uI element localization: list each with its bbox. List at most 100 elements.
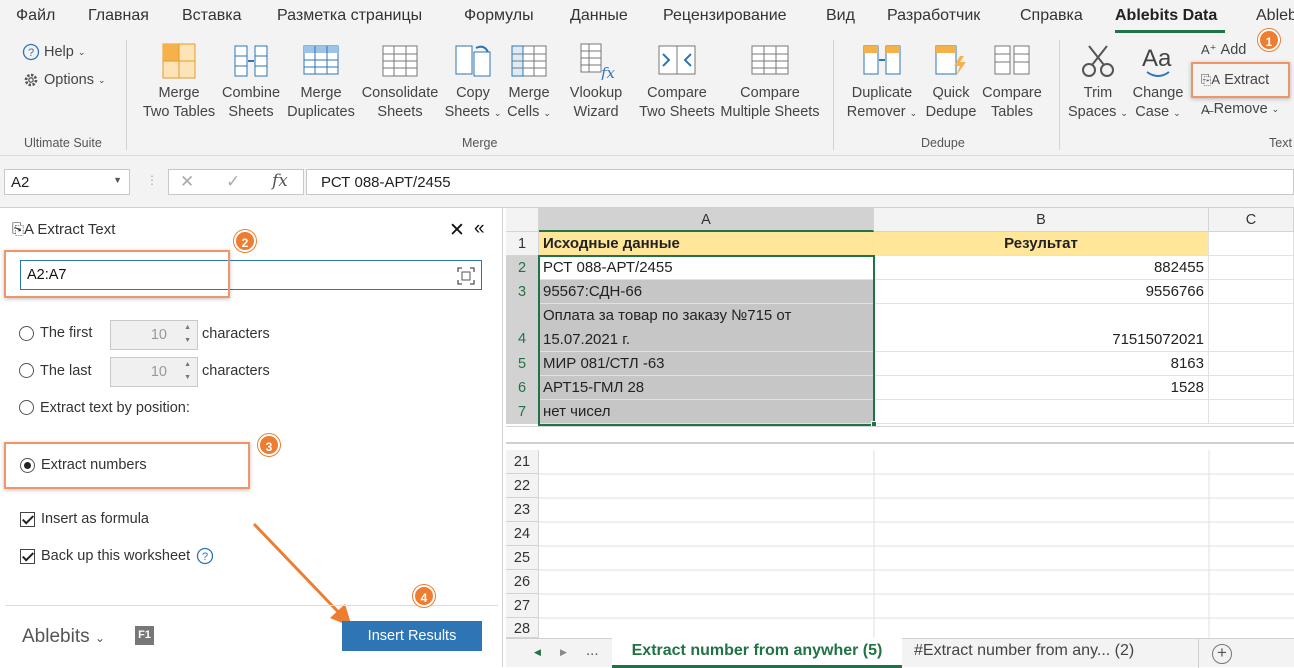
first-chars-stepper[interactable]: 10 ▲ ▼ [110,320,198,350]
add-text-button[interactable]: A⁺ Add [1201,42,1246,58]
vlookup-icon: fx [580,43,615,80]
row-header[interactable]: 27 [506,594,539,618]
name-box[interactable]: A2 ▼ [4,169,130,195]
copy-sheets-button[interactable]: Copy Sheets ⌄ [440,42,506,123]
radio-by-position[interactable] [19,400,34,415]
tab-review[interactable]: Рецензирование [663,7,787,25]
cell-a1[interactable]: Исходные данные [539,232,874,256]
tab-view[interactable]: Вид [826,7,855,25]
column-header-c[interactable]: C [1209,208,1294,232]
merge-cells-button[interactable]: Merge Cells ⌄ [504,42,554,123]
more-tabs-button[interactable]: ... [586,642,599,659]
row-header[interactable]: 24 [506,522,539,546]
options-button[interactable]: Options ⌄ [22,71,106,89]
collapse-pane-icon[interactable]: « [474,218,485,240]
sheet-tab-active[interactable]: Extract number from anywher (5) [612,638,902,668]
cell-c5[interactable] [1209,352,1294,376]
cell-b4[interactable]: 71515072021 [874,304,1209,352]
column-header-b[interactable]: B [874,208,1209,232]
confirm-icon[interactable]: ✓ [226,172,240,192]
cell-b2[interactable]: 882455 [874,256,1209,280]
column-header-a[interactable]: A [539,208,874,232]
row-header[interactable]: 6 [506,376,539,400]
sheet-tab[interactable]: #Extract number from any... (2) [914,642,1134,660]
tab-ablebits-tools[interactable]: Ableb [1256,7,1294,25]
duplicate-remover-button[interactable]: Duplicate Remover ⌄ [846,42,918,123]
cell-b1[interactable]: Результат [874,232,1209,256]
merge-two-tables-button[interactable]: Merge Two Tables [141,42,217,122]
cell-c2[interactable] [1209,256,1294,280]
chevron-down-icon: ⌄ [94,631,105,645]
insert-function-icon[interactable]: fx [272,171,288,191]
close-icon[interactable]: ✕ [449,219,465,242]
cell-c7[interactable] [1209,400,1294,424]
row-header[interactable]: 2 [506,256,539,280]
compare-tables-label-1: Compare [982,85,1042,101]
tab-developer[interactable]: Разработчик [887,7,980,25]
tab-data[interactable]: Данные [570,7,628,25]
row-header[interactable]: 3 [506,280,539,304]
change-case-button[interactable]: Aa Change Case ⌄ [1130,42,1186,123]
tab-page-layout[interactable]: Разметка страницы [277,7,422,25]
cell-c6[interactable] [1209,376,1294,400]
formula-input[interactable]: РСТ 088-АРТ/2455 [306,169,1294,195]
chevron-up-icon[interactable]: ▲ [184,361,191,368]
vlookup-wizard-button[interactable]: fx Vlookup Wizard [564,42,628,122]
chevron-up-icon[interactable]: ▲ [184,324,191,331]
scroll-tabs-left-icon[interactable]: ◀ [534,647,541,658]
combine-sheets-button[interactable]: Combine Sheets [218,42,284,122]
compare-two-sheets-button[interactable]: Compare Two Sheets [638,42,716,122]
help-icon[interactable]: ? [196,547,214,565]
radio-the-first[interactable] [19,326,34,341]
row-header[interactable]: 26 [506,570,539,594]
consolidate-sheets-button[interactable]: Consolidate Sheets [358,42,442,122]
cell-b7[interactable] [874,400,1209,424]
help-button[interactable]: ? Help ⌄ [22,43,85,61]
cell-c4[interactable] [1209,304,1294,352]
row-header[interactable]: 22 [506,474,539,498]
f1-help-button[interactable]: F1 [135,626,154,645]
row-header[interactable]: 21 [506,450,539,474]
chevron-down-icon: ⌄ [1173,108,1181,118]
tab-insert[interactable]: Вставка [182,7,241,25]
cell-b5[interactable]: 8163 [874,352,1209,376]
ablebits-menu-button[interactable]: Ablebits ⌄ [22,626,105,648]
quick-dedupe-button[interactable]: Quick Dedupe [924,42,978,122]
cell-c3[interactable] [1209,280,1294,304]
tab-formulas[interactable]: Формулы [464,7,534,25]
chevron-down-icon[interactable]: ▼ [184,337,191,344]
trim-spaces-button[interactable]: Trim Spaces ⌄ [1066,42,1130,123]
chevron-down-icon[interactable]: ▼ [184,374,191,381]
scroll-tabs-right-icon[interactable]: ▶ [560,647,567,658]
add-sheet-button[interactable]: + [1212,644,1232,664]
backup-worksheet-checkbox[interactable] [20,549,35,564]
chevron-down-icon[interactable]: ▼ [113,175,122,185]
insert-results-button[interactable]: Insert Results [342,621,482,651]
merge-cells-icon [511,45,547,77]
insert-as-formula-checkbox[interactable] [20,512,35,527]
last-chars-stepper[interactable]: 10 ▲ ▼ [110,357,198,387]
compare-tables-button[interactable]: Compare Tables [980,42,1044,122]
tab-help[interactable]: Справка [1020,7,1083,25]
tab-file[interactable]: Файл [16,7,55,25]
cell-c1[interactable] [1209,232,1294,256]
row-header[interactable]: 5 [506,352,539,376]
row-header[interactable]: 7 [506,400,539,424]
cancel-icon[interactable]: ✕ [180,172,194,192]
radio-the-last[interactable] [19,363,34,378]
tab-ablebits-data[interactable]: Ablebits Data [1115,7,1217,25]
remove-text-button[interactable]: A̶ Remove ⌄ [1201,101,1279,117]
cell-b6[interactable]: 1528 [874,376,1209,400]
cell-b3[interactable]: 9556766 [874,280,1209,304]
compare-multiple-sheets-button[interactable]: Compare Multiple Sheets [718,42,822,122]
merge-duplicates-button[interactable]: Merge Duplicates [284,42,358,122]
row-header[interactable]: 28 [506,618,539,638]
select-range-icon[interactable] [457,267,475,285]
tab-home[interactable]: Главная [88,7,149,25]
row-header[interactable]: 4 [506,304,539,352]
row-header[interactable]: 23 [506,498,539,522]
row-header[interactable]: 25 [506,546,539,570]
select-all-corner[interactable] [506,208,539,232]
split-divider[interactable] [506,426,1294,444]
row-header[interactable]: 1 [506,232,539,256]
